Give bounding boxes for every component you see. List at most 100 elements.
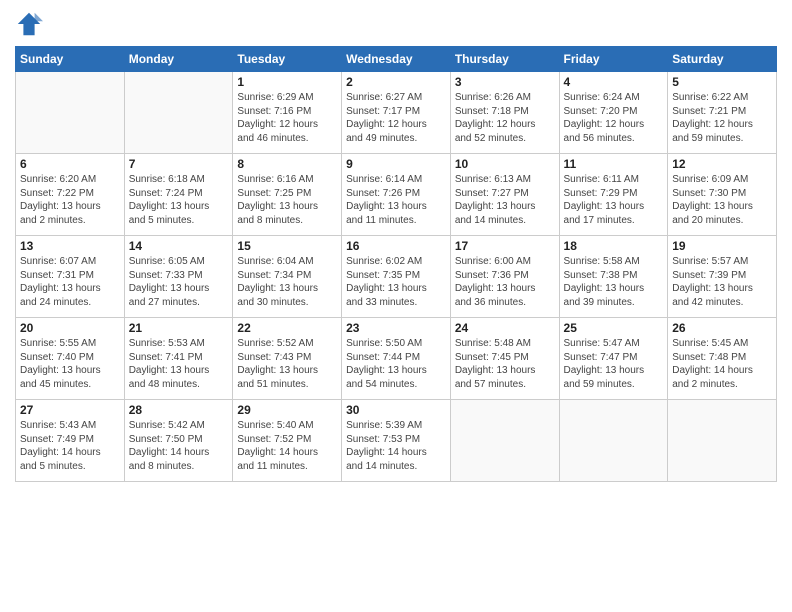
day-info: Sunrise: 6:04 AMSunset: 7:34 PMDaylight:… [237, 255, 337, 309]
day-cell: 13 Sunrise: 6:07 AMSunset: 7:31 PMDayligh… [16, 236, 125, 318]
day-cell: 30Sunrise: 5:39 AMSunset: 7:53 PMDayligh… [342, 400, 451, 482]
day-cell: 9 Sunrise: 6:14 AMSunset: 7:26 PMDaylight… [342, 154, 451, 236]
day-number: 3 [455, 75, 555, 89]
day-info: Sunrise: 5:55 AMSunset: 7:40 PMDaylight:… [20, 337, 120, 391]
day-info: Sunrise: 6:16 AMSunset: 7:25 PMDaylight:… [237, 173, 337, 227]
weekday-header-tuesday: Tuesday [233, 47, 342, 72]
week-row-3: 13 Sunrise: 6:07 AMSunset: 7:31 PMDayligh… [16, 236, 777, 318]
day-number: 12 [672, 157, 772, 171]
day-number: 23 [346, 321, 446, 335]
day-cell: 15 Sunrise: 6:04 AMSunset: 7:34 PMDayligh… [233, 236, 342, 318]
day-cell [668, 400, 777, 482]
day-cell: 21 Sunrise: 5:53 AMSunset: 7:41 PMDayligh… [124, 318, 233, 400]
weekday-header-friday: Friday [559, 47, 668, 72]
day-cell: 4 Sunrise: 6:24 AMSunset: 7:20 PMDaylight… [559, 72, 668, 154]
weekday-header-monday: Monday [124, 47, 233, 72]
day-number: 14 [129, 239, 229, 253]
week-row-2: 6Sunrise: 6:20 AMSunset: 7:22 PMDaylight… [16, 154, 777, 236]
day-number: 20 [20, 321, 120, 335]
day-cell [559, 400, 668, 482]
day-number: 24 [455, 321, 555, 335]
header [15, 10, 777, 38]
day-number: 19 [672, 239, 772, 253]
day-cell: 10Sunrise: 6:13 AMSunset: 7:27 PMDayligh… [450, 154, 559, 236]
day-number: 16 [346, 239, 446, 253]
day-cell: 22 Sunrise: 5:52 AMSunset: 7:43 PMDayligh… [233, 318, 342, 400]
day-cell: 23 Sunrise: 5:50 AMSunset: 7:44 PMDayligh… [342, 318, 451, 400]
day-info: Sunrise: 5:48 AMSunset: 7:45 PMDaylight:… [455, 337, 555, 391]
day-info: Sunrise: 6:11 AMSunset: 7:29 PMDaylight:… [564, 173, 664, 227]
logo-icon [15, 10, 43, 38]
day-number: 27 [20, 403, 120, 417]
day-number: 17 [455, 239, 555, 253]
day-cell: 7 Sunrise: 6:18 AMSunset: 7:24 PMDaylight… [124, 154, 233, 236]
week-row-1: 1Sunrise: 6:29 AMSunset: 7:16 PMDaylight… [16, 72, 777, 154]
day-number: 21 [129, 321, 229, 335]
day-number: 13 [20, 239, 120, 253]
day-number: 5 [672, 75, 772, 89]
day-cell: 14 Sunrise: 6:05 AMSunset: 7:33 PMDayligh… [124, 236, 233, 318]
day-info: Sunrise: 6:24 AMSunset: 7:20 PMDaylight:… [564, 91, 664, 145]
day-number: 22 [237, 321, 337, 335]
day-cell: 20 Sunrise: 5:55 AMSunset: 7:40 PMDayligh… [16, 318, 125, 400]
day-cell: 27 Sunrise: 5:43 AMSunset: 7:49 PMDayligh… [16, 400, 125, 482]
day-info: Sunrise: 5:45 AMSunset: 7:48 PMDaylight:… [672, 337, 772, 391]
day-cell: 16 Sunrise: 6:02 AMSunset: 7:35 PMDayligh… [342, 236, 451, 318]
day-info: Sunrise: 6:09 AMSunset: 7:30 PMDaylight:… [672, 173, 772, 227]
day-cell: 17 Sunrise: 6:00 AMSunset: 7:36 PMDayligh… [450, 236, 559, 318]
day-cell: 2 Sunrise: 6:27 AMSunset: 7:17 PMDaylight… [342, 72, 451, 154]
day-info: Sunrise: 5:52 AMSunset: 7:43 PMDaylight:… [237, 337, 337, 391]
day-cell: 28Sunrise: 5:42 AMSunset: 7:50 PMDayligh… [124, 400, 233, 482]
day-number: 6 [20, 157, 120, 171]
day-info: Sunrise: 6:00 AMSunset: 7:36 PMDaylight:… [455, 255, 555, 309]
day-number: 7 [129, 157, 229, 171]
day-number: 18 [564, 239, 664, 253]
day-cell: 24 Sunrise: 5:48 AMSunset: 7:45 PMDayligh… [450, 318, 559, 400]
day-info: Sunrise: 6:18 AMSunset: 7:24 PMDaylight:… [129, 173, 229, 227]
day-cell: 29 Sunrise: 5:40 AMSunset: 7:52 PMDayligh… [233, 400, 342, 482]
day-cell: 3 Sunrise: 6:26 AMSunset: 7:18 PMDaylight… [450, 72, 559, 154]
day-info: Sunrise: 6:02 AMSunset: 7:35 PMDaylight:… [346, 255, 446, 309]
day-number: 25 [564, 321, 664, 335]
day-info: Sunrise: 5:50 AMSunset: 7:44 PMDaylight:… [346, 337, 446, 391]
day-cell: 18Sunrise: 5:58 AMSunset: 7:38 PMDayligh… [559, 236, 668, 318]
page: SundayMondayTuesdayWednesdayThursdayFrid… [0, 0, 792, 612]
day-cell [450, 400, 559, 482]
day-number: 8 [237, 157, 337, 171]
day-cell: 25Sunrise: 5:47 AMSunset: 7:47 PMDayligh… [559, 318, 668, 400]
day-info: Sunrise: 5:40 AMSunset: 7:52 PMDaylight:… [237, 419, 337, 473]
day-cell [16, 72, 125, 154]
week-row-4: 20 Sunrise: 5:55 AMSunset: 7:40 PMDayligh… [16, 318, 777, 400]
day-info: Sunrise: 6:22 AMSunset: 7:21 PMDaylight:… [672, 91, 772, 145]
day-number: 28 [129, 403, 229, 417]
day-cell [124, 72, 233, 154]
day-info: Sunrise: 6:07 AMSunset: 7:31 PMDaylight:… [20, 255, 120, 309]
day-cell: 5 Sunrise: 6:22 AMSunset: 7:21 PMDaylight… [668, 72, 777, 154]
weekday-header-sunday: Sunday [16, 47, 125, 72]
day-cell: 12 Sunrise: 6:09 AMSunset: 7:30 PMDayligh… [668, 154, 777, 236]
day-cell: 8 Sunrise: 6:16 AMSunset: 7:25 PMDaylight… [233, 154, 342, 236]
day-number: 2 [346, 75, 446, 89]
day-cell: 26 Sunrise: 5:45 AMSunset: 7:48 PMDayligh… [668, 318, 777, 400]
day-number: 10 [455, 157, 555, 171]
day-number: 9 [346, 157, 446, 171]
day-number: 26 [672, 321, 772, 335]
day-info: Sunrise: 5:53 AMSunset: 7:41 PMDaylight:… [129, 337, 229, 391]
day-number: 4 [564, 75, 664, 89]
day-info: Sunrise: 5:43 AMSunset: 7:49 PMDaylight:… [20, 419, 120, 473]
day-info: Sunrise: 5:57 AMSunset: 7:39 PMDaylight:… [672, 255, 772, 309]
day-info: Sunrise: 6:05 AMSunset: 7:33 PMDaylight:… [129, 255, 229, 309]
day-cell: 6Sunrise: 6:20 AMSunset: 7:22 PMDaylight… [16, 154, 125, 236]
day-cell: 11Sunrise: 6:11 AMSunset: 7:29 PMDayligh… [559, 154, 668, 236]
day-number: 30 [346, 403, 446, 417]
day-info: Sunrise: 6:29 AMSunset: 7:16 PMDaylight:… [237, 91, 337, 145]
day-info: Sunrise: 6:26 AMSunset: 7:18 PMDaylight:… [455, 91, 555, 145]
weekday-header-saturday: Saturday [668, 47, 777, 72]
day-number: 15 [237, 239, 337, 253]
day-info: Sunrise: 6:14 AMSunset: 7:26 PMDaylight:… [346, 173, 446, 227]
day-info: Sunrise: 6:27 AMSunset: 7:17 PMDaylight:… [346, 91, 446, 145]
day-number: 29 [237, 403, 337, 417]
weekday-header-row: SundayMondayTuesdayWednesdayThursdayFrid… [16, 47, 777, 72]
week-row-5: 27 Sunrise: 5:43 AMSunset: 7:49 PMDayligh… [16, 400, 777, 482]
day-cell: 1Sunrise: 6:29 AMSunset: 7:16 PMDaylight… [233, 72, 342, 154]
